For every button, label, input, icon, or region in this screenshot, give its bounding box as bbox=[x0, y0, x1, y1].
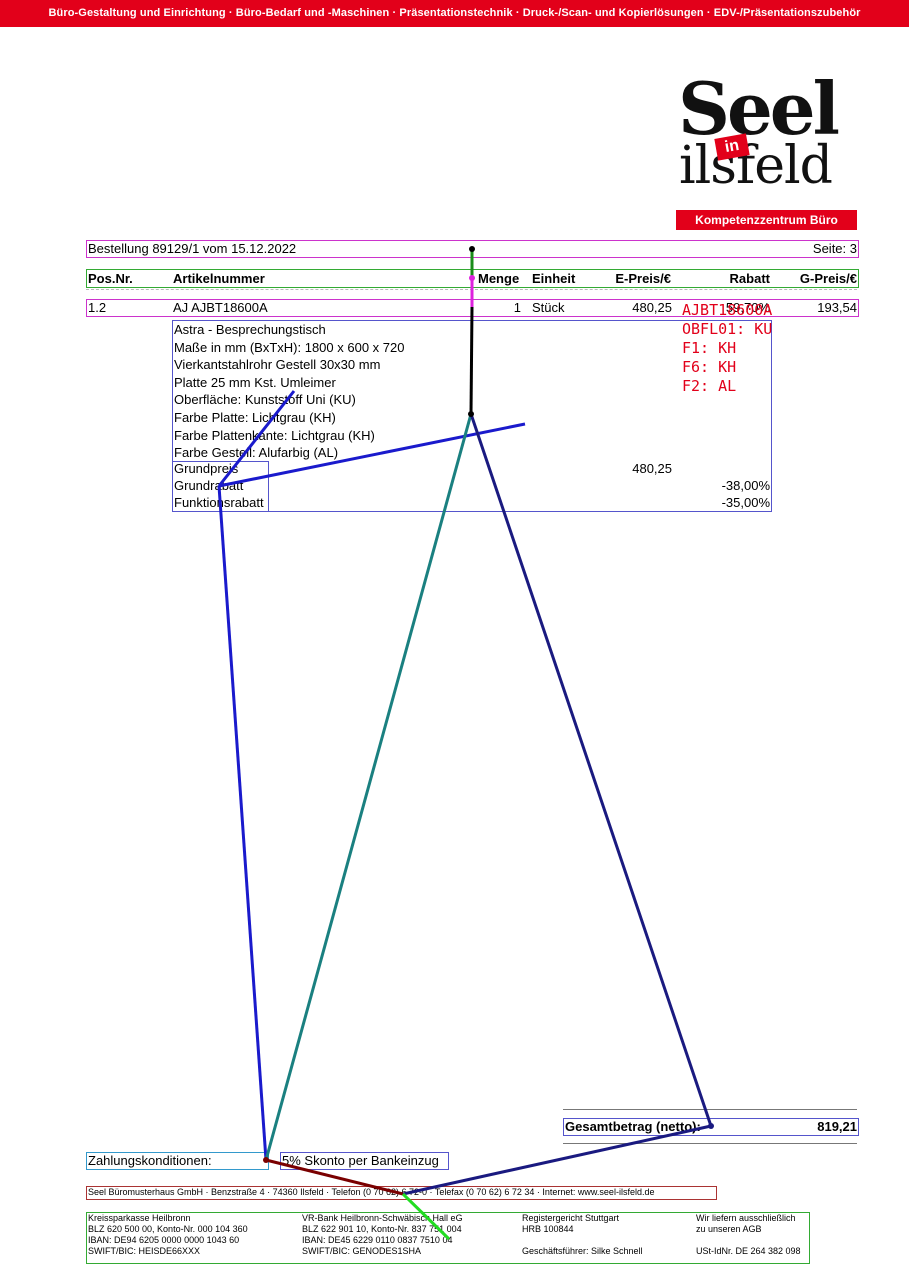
annotation-overlay bbox=[217, 246, 714, 1241]
overlay-joint bbox=[469, 246, 475, 252]
overlay-line-teal bbox=[264, 413, 473, 1161]
overlay-line-darkred bbox=[265, 1158, 404, 1196]
overlay-joint bbox=[263, 1157, 269, 1163]
overlay-line-blue-leg bbox=[217, 485, 268, 1161]
overlay-line-navy-foot bbox=[402, 1124, 712, 1196]
overlay-line-black bbox=[469, 306, 474, 415]
overlay-line-navy bbox=[469, 413, 713, 1127]
overlay-line-blue-arm bbox=[218, 422, 526, 488]
overlay-joint bbox=[708, 1123, 714, 1129]
overlay-joint bbox=[469, 275, 475, 281]
overlay-joint bbox=[468, 411, 474, 417]
overlay-line-lime bbox=[401, 1192, 451, 1241]
